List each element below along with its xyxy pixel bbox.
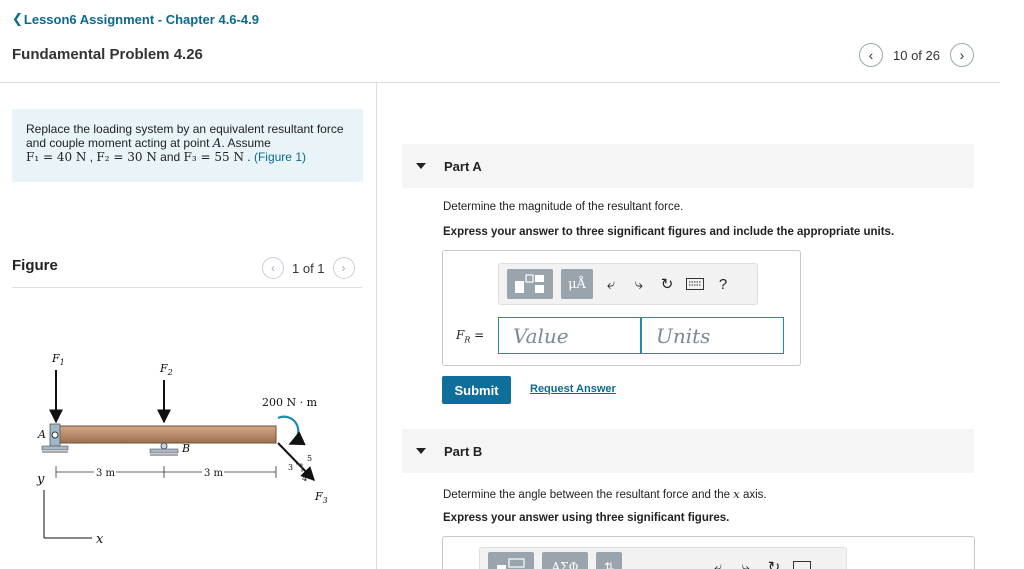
templates-button[interactable]: [488, 552, 534, 569]
roller-support-b: [149, 442, 179, 456]
slope-3: 3: [288, 463, 293, 472]
value-input[interactable]: [498, 317, 641, 354]
force-f2: F₂ = 30 N: [96, 150, 157, 164]
redo-icon[interactable]: ⤷: [736, 555, 756, 569]
figure-pager-text: 1 of 1: [292, 260, 325, 276]
part-b-question-end: axis.: [742, 489, 767, 501]
fr-equals: =: [470, 328, 485, 342]
f1-label: F: [51, 352, 60, 365]
point-a-label: A: [37, 428, 46, 441]
y-axis-label: y: [36, 472, 45, 487]
svg-text:F1: F1: [51, 352, 65, 367]
previous-figure-button[interactable]: ‹: [262, 257, 284, 279]
part-b-label: Part B: [444, 443, 483, 459]
request-answer-link[interactable]: Request Answer: [530, 383, 616, 395]
assume-text: . Assume: [221, 136, 271, 150]
math-toolbar: μÅ ⤶ ⤷ ↻ ?: [498, 263, 758, 305]
help-icon[interactable]: ?: [713, 272, 733, 296]
undo-icon[interactable]: ⤶: [601, 272, 621, 296]
fr-label: FR =: [456, 328, 484, 344]
coordinate-axes: y x: [36, 472, 104, 547]
vector-icon: ⇅: [603, 560, 615, 569]
chevron-left-icon: ‹: [271, 261, 275, 275]
force-f3: F₃ = 55 N: [183, 150, 244, 164]
chevron-right-icon: ›: [341, 261, 346, 275]
reset-icon[interactable]: ↻: [657, 272, 677, 296]
part-b-header[interactable]: Part B: [402, 429, 974, 473]
symbols-button[interactable]: ΑΣΦ: [542, 552, 588, 569]
slope-5: 5: [307, 454, 312, 463]
back-link-label: Lesson6 Assignment - Chapter 4.6-4.9: [23, 11, 259, 27]
panel-divider: [376, 83, 377, 569]
keyboard-icon[interactable]: [685, 272, 705, 296]
chevron-left-icon: ‹: [868, 47, 874, 63]
beam-diagram: F1 F2 A B 200 N · m F3 3 4 5 3 m 3 m y x: [36, 352, 328, 547]
previous-problem-button[interactable]: ‹: [859, 43, 883, 67]
figure-title: Figure: [12, 257, 58, 274]
problem-text: Replace the loading system by an equival…: [26, 122, 344, 150]
f2-subscript: 2: [167, 368, 173, 377]
couple-moment-arrow: [277, 415, 306, 446]
part-b-answer-box: ΑΣΦ ⇅ ⤶ ⤷ ↻: [442, 536, 975, 569]
figure-link[interactable]: (Figure 1): [254, 150, 306, 164]
problem-pager-text: 10 of 26: [893, 47, 940, 63]
reset-icon[interactable]: ↻: [764, 555, 784, 569]
x-variable: x: [733, 487, 740, 501]
problem-pager: ‹ 10 of 26 ›: [859, 43, 974, 67]
math-toolbar-b: ΑΣΦ ⇅ ⤶ ⤷ ↻: [479, 547, 847, 569]
problem-title: Fundamental Problem 4.26: [12, 46, 203, 63]
part-a-label: Part A: [444, 158, 482, 174]
dimension-3m-1: 3 m: [96, 468, 116, 479]
part-a-header[interactable]: Part A: [402, 144, 974, 188]
symbols-button-label: ΑΣΦ: [551, 560, 579, 569]
part-b-instruction: Express your answer using three signific…: [443, 512, 730, 524]
units-button[interactable]: μÅ: [561, 269, 593, 299]
units-input[interactable]: [641, 317, 784, 354]
collapse-triangle-icon: [416, 163, 426, 169]
units-button-label: μÅ: [568, 276, 586, 292]
part-a-instruction: Express your answer to three significant…: [443, 226, 895, 238]
next-problem-button[interactable]: ›: [950, 43, 974, 67]
back-to-assignment-link[interactable]: ❮ Lesson6 Assignment - Chapter 4.6-4.9: [12, 11, 259, 27]
f1-subscript: 1: [60, 358, 65, 367]
problem-statement: Replace the loading system by an equival…: [12, 109, 363, 182]
undo-icon[interactable]: ⤶: [708, 555, 728, 569]
figure-divider: [12, 287, 362, 288]
chevron-right-icon: ›: [959, 47, 965, 63]
x-axis-label: x: [96, 532, 104, 547]
force-f1: F₁ = 40 N: [26, 150, 87, 164]
collapse-triangle-icon: [416, 448, 426, 454]
beam: [53, 425, 277, 444]
figure-pager: ‹ 1 of 1 ›: [262, 257, 355, 279]
part-a-question: Determine the magnitude of the resultant…: [443, 201, 684, 213]
part-b-question-text: Determine the angle between the resultan…: [443, 489, 731, 501]
redo-icon[interactable]: ⤷: [629, 272, 649, 296]
svg-text:F3: F3: [314, 490, 328, 505]
dimension-3m-2: 3 m: [204, 468, 224, 479]
dimension-line: 3 m 3 m: [55, 466, 277, 479]
f2-label: F: [159, 362, 168, 375]
part-a-answer-box: μÅ ⤶ ⤷ ↻ ? FR =: [442, 250, 801, 366]
f3-label: F: [314, 490, 323, 503]
templates-icon: [515, 274, 544, 293]
svg-text:F2: F2: [159, 362, 173, 377]
point-b-label: B: [181, 442, 190, 455]
templates-button[interactable]: [507, 269, 553, 299]
header-divider: [0, 82, 1000, 83]
submit-button[interactable]: Submit: [442, 376, 511, 404]
f3-subscript: 3: [323, 496, 328, 505]
slope-4: 4: [302, 474, 307, 483]
and-text: and: [160, 150, 181, 164]
next-figure-button[interactable]: ›: [332, 257, 355, 279]
part-b-question: Determine the angle between the resultan…: [443, 487, 767, 501]
templates-icon: [497, 558, 525, 569]
keyboard-icon[interactable]: [792, 555, 812, 569]
vector-button[interactable]: ⇅: [596, 552, 622, 569]
moment-label: 200 N · m: [262, 396, 318, 409]
chevron-left-icon: ❮: [12, 11, 23, 26]
